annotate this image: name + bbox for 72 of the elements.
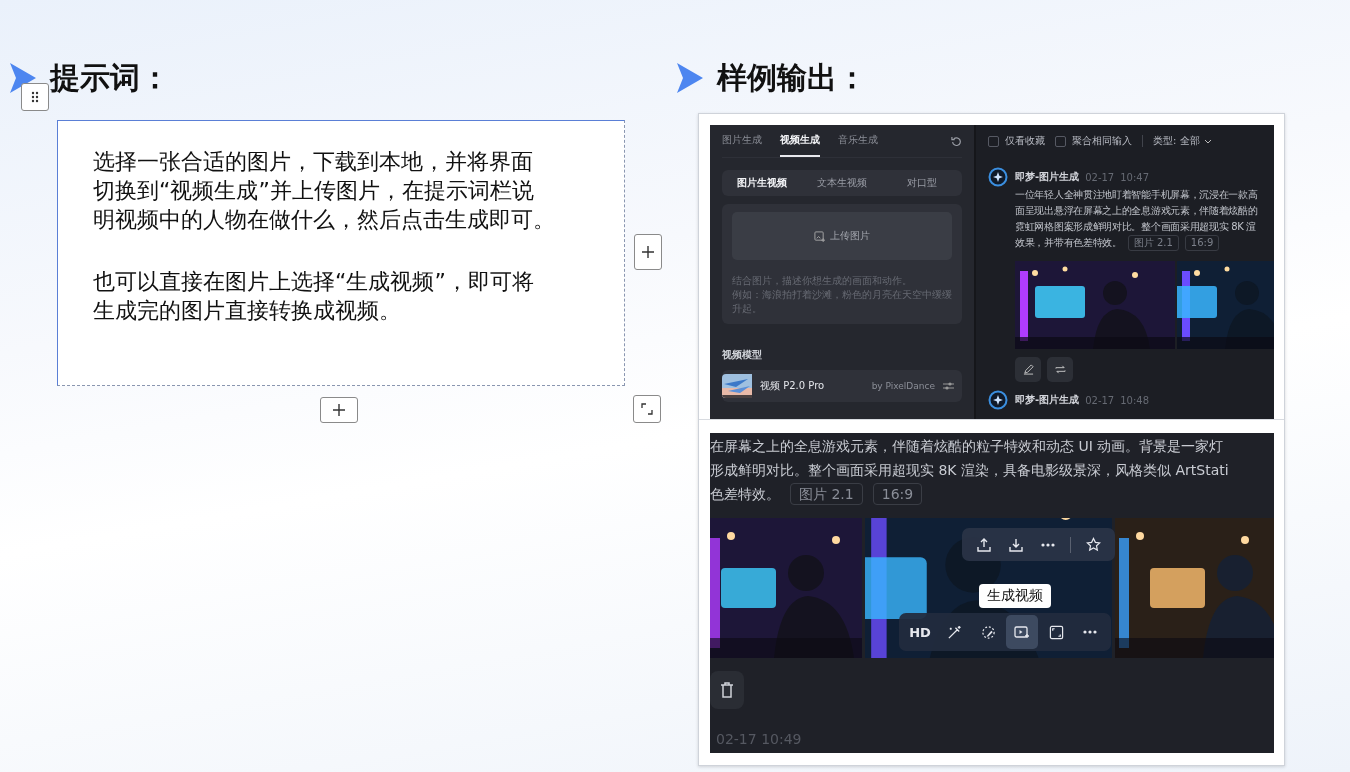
paragraph-line: 也可以直接在图片上选择“生成视频”，即可将 [93,268,535,296]
plus-icon [332,403,346,417]
corner-icon [641,403,653,415]
sender-name: 即梦-图片生成 [1015,393,1080,407]
text-box[interactable]: 选择一张合适的图片，下载到本地，并将界面 切换到“视频生成”并上传图片，在提示词栏说 明视频中的人物在做什么，然后点击生成即可。 也可以直接在图片上选择“生成视频”，即可将 生成完的图片直接转换成视频。 [57,120,625,386]
magic-wand-icon [946,624,962,640]
delete-button[interactable] [710,671,744,709]
refresh-icon[interactable] [951,135,962,147]
image-upload-icon [814,230,825,242]
message-text: 一位年轻人全神贯注地盯着智能手机屏幕，沉浸在一款高 [1015,188,1258,202]
frame-icon [1048,624,1064,640]
section-title: 提示词： [50,58,170,97]
star-avatar-icon [988,167,1008,187]
drag-handle[interactable] [21,83,49,111]
paragraph-line: 切换到“视频生成”并上传图片，在提示词栏说 [93,177,535,205]
message-text: 面呈现出悬浮在屏幕之上的全息游戏元素，伴随着炫酷的 [1015,204,1258,218]
plus-icon [641,245,655,259]
hd-button[interactable]: HD [904,615,936,649]
edit-button[interactable] [1015,357,1041,382]
message-date: 02-17 [1085,171,1115,183]
tab[interactable]: 视频生成 [780,125,820,157]
message-time: 10:47 [1120,171,1150,183]
upload-icon [977,537,991,552]
model-selector[interactable]: 视频 P2.0 Pro by PixelDance [722,370,962,402]
tooltip: 生成视频 [979,584,1051,608]
grip-icon [30,91,40,103]
more-icon [1083,630,1097,634]
message-text: 形成鲜明对比。整个画面采用超现实 8K 渲染，具备电影级景深，风格类似 ArtStati [710,461,1229,480]
add-button[interactable] [320,397,358,423]
tab[interactable]: 音乐生成 [838,125,878,157]
message-text: 效果，并带有色差特效。 [1015,236,1122,250]
message-text: 霓虹网格图案形成鲜明对比。整个画面采用超现实 8K 渲 [1015,220,1257,234]
download-icon [1009,537,1023,552]
repeat-icon [1054,364,1066,375]
sliders-icon [943,381,954,391]
tag: 图片 2.1 [1127,235,1179,251]
mode-tab[interactable]: 图片生视频 [722,170,802,196]
mode-tab[interactable]: 对口型 [882,170,962,196]
brush-icon [980,624,996,640]
message-time: 02-17 10:49 [716,731,803,747]
paragraph-line: 选择一张合适的图片，下载到本地，并将界面 [93,148,534,176]
star-icon [1085,537,1101,552]
message-text: 在屏幕之上的全息游戏元素，伴随着炫酷的粒子特效和动态 UI 动画。背景是一家灯 [710,437,1224,456]
trash-icon [720,682,734,698]
message-text: 色差特效。 [710,485,780,504]
message-date: 02-17 [1085,394,1115,406]
mode-tab[interactable]: 文本生视频 [802,170,882,196]
checkbox[interactable]: 聚合相同输入 [1055,134,1132,148]
tag: 16:9 [1184,235,1220,251]
checkbox[interactable]: 仅看收藏 [988,134,1045,148]
triangle-icon [8,61,38,95]
section-heading: 视频模型 [722,348,763,362]
message-time: 10:48 [1120,394,1150,406]
resize-handle[interactable] [633,395,661,423]
tab[interactable]: 图片生成 [722,125,762,157]
regenerate-button[interactable] [1047,357,1073,382]
tag: 图片 2.1 [790,483,863,505]
section-title: 样例输出： [717,58,867,97]
caret-icon [1203,138,1212,144]
video-add-icon [1014,625,1030,639]
star-avatar-icon [988,390,1008,410]
sender-name: 即梦-图片生成 [1015,170,1080,184]
type-dropdown[interactable]: 类型: 全部 [1153,134,1212,148]
paragraph-line: 生成完的图片直接转换成视频。 [93,297,402,325]
video-button[interactable] [1006,615,1038,649]
tag: 16:9 [872,483,923,505]
add-button[interactable] [634,234,662,270]
upload-button[interactable]: 上传图片 [732,212,952,260]
triangle-icon [675,61,705,95]
paragraph-line: 明视频中的人物在做什么，然后点击生成即可。 [93,206,556,234]
more-icon [1041,542,1055,547]
pencil-icon [1022,364,1034,375]
